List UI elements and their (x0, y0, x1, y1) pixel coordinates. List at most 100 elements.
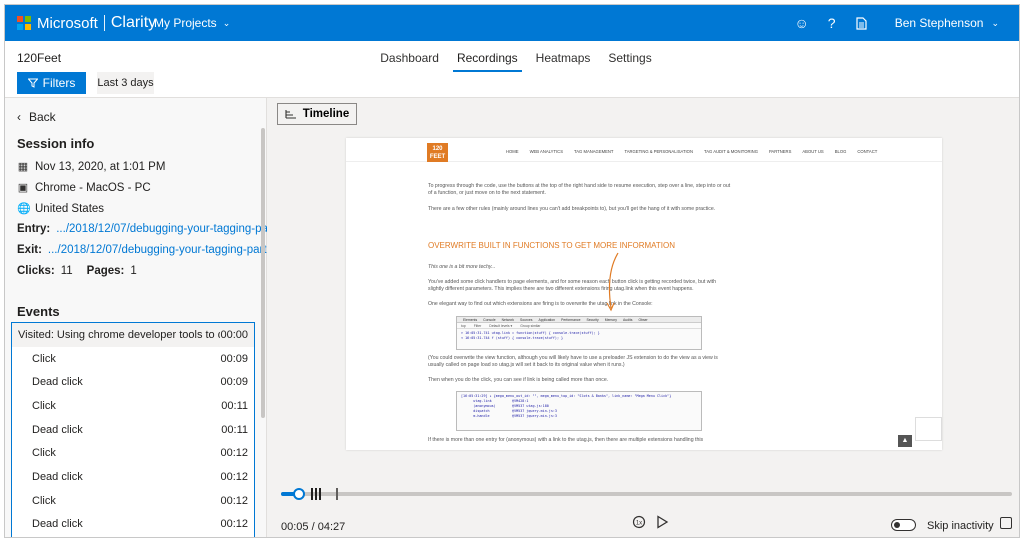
site-widget-box (915, 417, 942, 441)
pages-label: Pages: (86, 265, 125, 277)
current-time: 00:05 (281, 521, 309, 533)
event-marker[interactable] (319, 488, 321, 500)
event-time: 00:11 (221, 423, 248, 436)
event-time: 00:12 (220, 447, 248, 460)
playback-time: 00:05 / 04:27 (281, 521, 345, 533)
event-label: Dead click (32, 376, 83, 389)
back-label: Back (29, 110, 56, 124)
event-marker[interactable] (315, 488, 317, 500)
time-separator: / (308, 521, 318, 533)
tab-heatmaps[interactable]: Heatmaps (527, 41, 600, 72)
brand[interactable]: Microsoft Clarity (37, 14, 156, 32)
brand-product: Clarity (110, 14, 157, 31)
event-label: Click (32, 352, 56, 365)
clicks-label: Clicks: (17, 265, 55, 277)
logo-square-blue (17, 24, 23, 30)
recording-viewport[interactable]: 120 FEET HOME WEB ANALYTICS TAG MANAGEME… (346, 138, 942, 450)
session-date: Nov 13, 2020, at 1:01 PM (35, 160, 166, 173)
session-platform: Chrome - MacOS - PC (35, 181, 151, 194)
tab-settings[interactable]: Settings (599, 41, 660, 72)
event-item[interactable]: Click 00:12 (12, 442, 254, 466)
event-time: 00:09 (220, 352, 248, 365)
main-tabs: Dashboard Recordings Heatmaps Settings (5, 41, 1019, 72)
my-projects-menu[interactable]: My Projects ⌄ (154, 16, 230, 30)
my-projects-label: My Projects (154, 16, 217, 30)
back-button[interactable]: ‹ Back (17, 110, 56, 124)
timeline-icon (285, 110, 296, 119)
filters-button[interactable]: Filters (17, 72, 86, 94)
left-panel-scrollbar[interactable] (261, 128, 265, 418)
microsoft-logo-icon (17, 16, 31, 30)
play-icon (657, 515, 669, 529)
feedback-smiley-icon[interactable]: ☺ (787, 5, 817, 41)
play-button[interactable] (655, 515, 669, 532)
event-item[interactable]: Dead click 00:09 (12, 370, 254, 394)
event-label: Click (32, 447, 56, 460)
events-title: Events (17, 304, 60, 319)
skip-inactivity-toggle[interactable] (891, 519, 916, 531)
user-menu[interactable]: Ben Stephenson ⌄ (895, 16, 999, 30)
event-time: 00:12 (220, 471, 248, 484)
document-icon-svg (856, 16, 867, 30)
logo-square-green (25, 16, 31, 22)
speed-icon[interactable]: 1x (632, 515, 646, 532)
event-item[interactable]: Dead click 00:11 (12, 418, 254, 442)
event-item[interactable]: Click 00:12 (12, 489, 254, 513)
skip-inactivity-label: Skip inactivity (927, 520, 994, 532)
event-time: 00:12 (220, 494, 248, 507)
logo-square-red (17, 16, 23, 22)
svg-text:1x: 1x (636, 521, 642, 527)
tab-recordings[interactable]: Recordings (448, 41, 527, 72)
chevron-left-icon: ‹ (17, 110, 21, 124)
event-label: Dead click (32, 518, 83, 531)
event-marker[interactable] (336, 488, 338, 500)
speed-icon-svg: 1x (632, 515, 646, 529)
filters-label: Filters (42, 76, 76, 90)
player-area: Timeline 120 FEET HOME WEB ANALYTICS TAG… (267, 98, 1019, 537)
session-country-row: 🌐 United States (17, 202, 105, 216)
total-time: 04:27 (317, 521, 346, 533)
event-time: 00:11 (221, 399, 248, 412)
entry-url-link[interactable]: .../2018/12/07/debugging-your-tagging-pa… (56, 223, 288, 235)
event-item[interactable]: Click 00:09 (12, 347, 254, 371)
fullscreen-icon[interactable] (1000, 517, 1012, 529)
exit-row: Exit: .../2018/12/07/debugging-your-tagg… (17, 244, 280, 256)
playback-thumb[interactable] (293, 488, 305, 500)
event-item[interactable]: Dead click 00:12 (12, 465, 254, 489)
exit-url-link[interactable]: .../2018/12/07/debugging-your-tagging-pa… (48, 244, 280, 256)
event-item-visited[interactable]: Visited: Using chrome developer tools to… (12, 323, 254, 347)
events-list: Visited: Using chrome developer tools to… (11, 322, 255, 537)
browser-window-icon: ▣ (17, 182, 29, 194)
exit-label: Exit: (17, 244, 42, 256)
event-item[interactable]: Click 00:11 (12, 394, 254, 418)
chevron-down-icon: ⌄ (222, 17, 231, 28)
event-label: Dead click (32, 471, 83, 484)
event-label: Click (32, 399, 56, 412)
session-info-title: Session info (17, 136, 95, 151)
event-label: Click (32, 494, 56, 507)
event-marker[interactable] (311, 488, 313, 500)
top-bar-actions: ☺ ? Ben Stephenson ⌄ (787, 5, 1019, 41)
timeline-button[interactable]: Timeline (277, 103, 357, 125)
timeline-label: Timeline (302, 108, 350, 120)
help-icon[interactable]: ? (817, 5, 847, 41)
chevron-down-icon: ⌄ (991, 17, 999, 28)
app-window: Microsoft Clarity My Projects ⌄ ☺ ? Ben … (4, 4, 1020, 538)
tab-dashboard[interactable]: Dashboard (371, 41, 448, 72)
brand-separator (103, 15, 105, 31)
event-time: 00:09 (220, 376, 248, 389)
clicks-value: 11 (60, 265, 73, 277)
document-icon[interactable] (847, 5, 877, 41)
logo-square-yellow (25, 24, 31, 30)
event-time: 00:12 (220, 518, 248, 531)
funnel-icon (27, 78, 38, 88)
cursor-path-icon (606, 252, 619, 312)
session-panel: ‹ Back Session info ▦ Nov 13, 2020, at 1… (5, 98, 288, 537)
event-item[interactable]: Dead click 00:12 (12, 513, 254, 537)
globe-icon: 🌐 (17, 203, 31, 215)
event-label: Dead click (32, 423, 83, 436)
date-range-button[interactable]: Last 3 days (97, 72, 154, 94)
session-platform-row: ▣ Chrome - MacOS - PC (17, 181, 151, 195)
session-country: United States (35, 202, 105, 215)
playback-track[interactable] (281, 488, 1012, 500)
